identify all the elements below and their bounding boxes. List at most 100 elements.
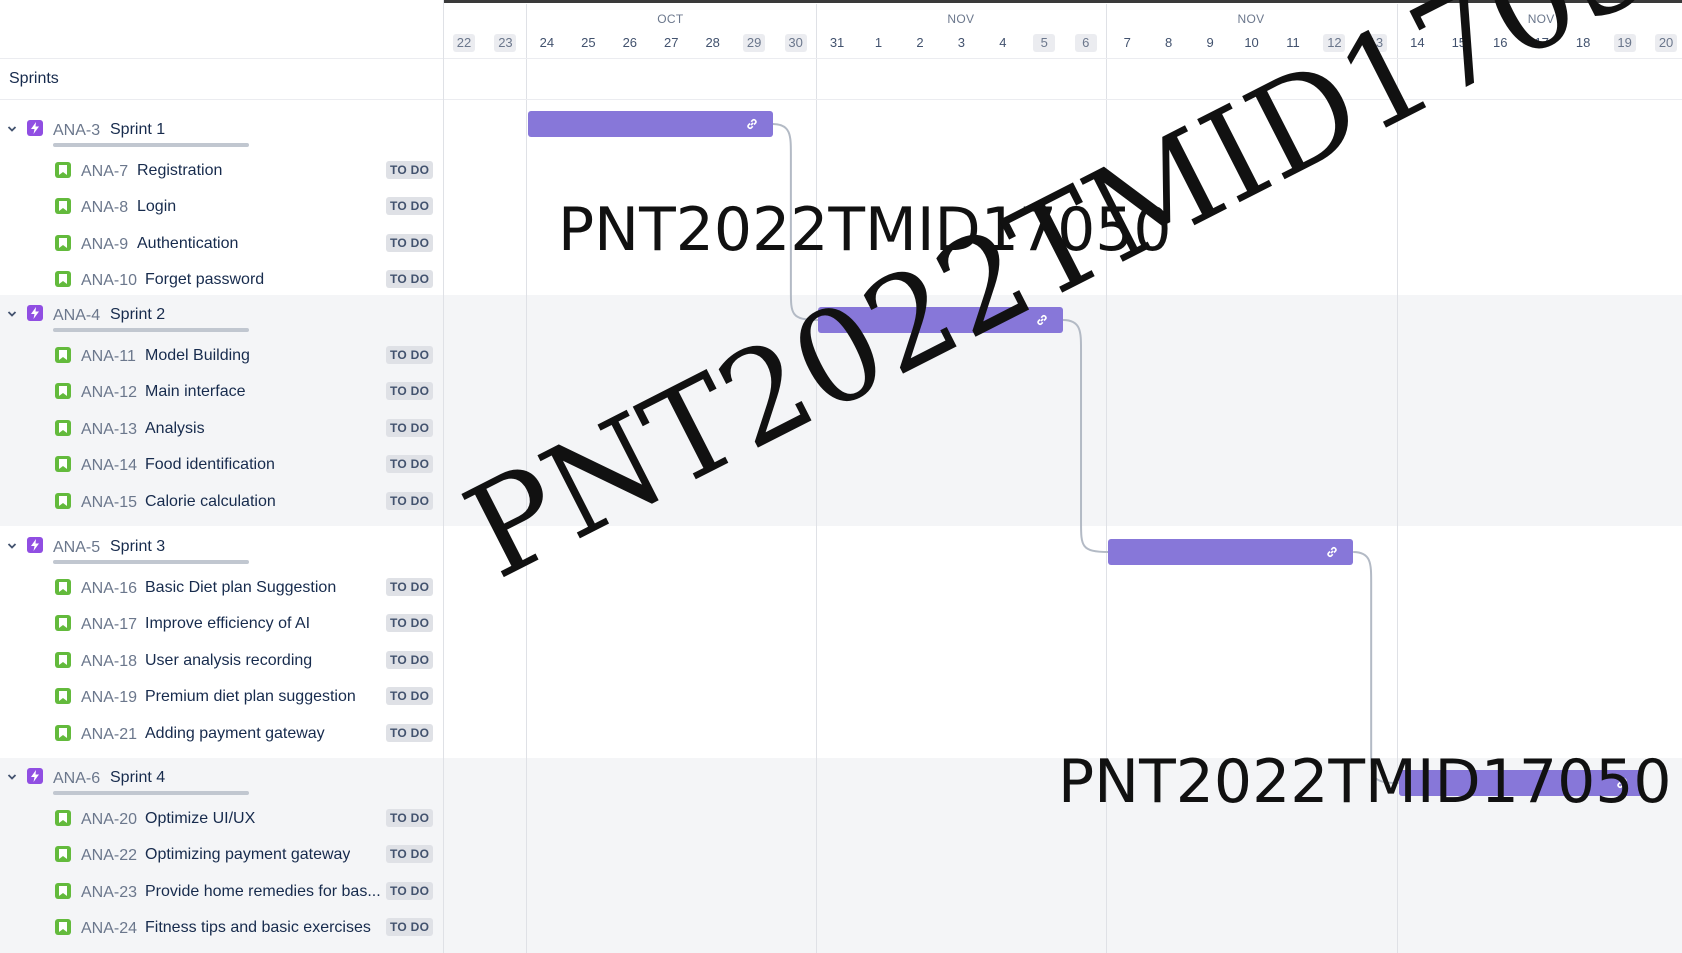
chevron-down-icon[interactable]	[7, 769, 17, 780]
issue-title[interactable]: Fitness tips and basic exercises	[145, 919, 371, 937]
status-lozenge[interactable]: TO DO	[386, 614, 434, 633]
day-label: 10	[1244, 35, 1259, 50]
issue-key[interactable]: ANA-8	[81, 199, 128, 217]
status-lozenge[interactable]: TO DO	[386, 578, 434, 596]
day-label: 23	[494, 34, 517, 52]
status-lozenge[interactable]: TO DO	[386, 161, 434, 179]
issue-title[interactable]: Optimize UI/UX	[145, 810, 255, 828]
sprint-title[interactable]: Sprint 4	[110, 769, 165, 787]
issue-row[interactable]: ANA-15 Calorie calculation TO DO	[0, 483, 443, 519]
link-icon[interactable]	[745, 117, 759, 136]
issue-key[interactable]: ANA-9	[81, 236, 128, 254]
issue-title[interactable]: Registration	[137, 162, 222, 180]
issue-title[interactable]: Authentication	[137, 235, 238, 253]
issue-key[interactable]: ANA-11	[81, 348, 136, 366]
issue-key[interactable]: ANA-24	[81, 920, 137, 938]
issue-key[interactable]: ANA-20	[81, 811, 137, 829]
sprint-title[interactable]: Sprint 1	[110, 121, 165, 139]
status-lozenge[interactable]: TO DO	[386, 845, 434, 864]
status-lozenge[interactable]: TO DO	[386, 650, 434, 669]
issue-title[interactable]: Calorie calculation	[145, 493, 276, 511]
issue-row[interactable]: ANA-19 Premium diet plan suggestion TO DO	[0, 678, 443, 714]
progress-bar	[53, 791, 249, 795]
issue-title[interactable]: Optimizing payment gateway	[145, 846, 350, 864]
issue-row[interactable]: ANA-10 Forget password TO DO	[0, 261, 443, 297]
issue-key[interactable]: ANA-14	[81, 457, 137, 475]
issue-title[interactable]: Login	[137, 198, 176, 216]
issue-row[interactable]: ANA-20 Optimize UI/UX TO DO	[0, 800, 443, 836]
sprint-group: ANA-6 Sprint 4 ANA-20 Optimize UI/UX TO DO AN…	[0, 758, 443, 953]
sprint-key[interactable]: ANA-5	[53, 539, 100, 557]
issue-row[interactable]: ANA-16 Basic Diet plan Suggestion TO DO	[0, 569, 443, 605]
sprint-title[interactable]: Sprint 2	[110, 306, 165, 324]
sprint-key[interactable]: ANA-6	[53, 770, 100, 788]
issue-row[interactable]: ANA-12 Main interface TO DO	[0, 373, 443, 409]
status-lozenge[interactable]: TO DO	[386, 270, 434, 289]
sprint-key[interactable]: ANA-4	[53, 307, 100, 325]
issue-key[interactable]: ANA-23	[81, 884, 137, 902]
status-lozenge[interactable]: TO DO	[386, 455, 434, 474]
issue-title[interactable]: User analysis recording	[145, 652, 312, 670]
issue-row[interactable]: ANA-18 User analysis recording TO DO	[0, 642, 443, 678]
sprint-key[interactable]: ANA-3	[53, 122, 100, 140]
issue-key[interactable]: ANA-22	[81, 847, 137, 865]
sprint-row[interactable]: ANA-4 Sprint 2	[0, 295, 443, 335]
issue-title[interactable]: Improve efficiency of AI	[145, 615, 310, 633]
issue-row[interactable]: ANA-24 Fitness tips and basic exercises TO…	[0, 909, 443, 945]
sprint-bar[interactable]	[1108, 539, 1354, 565]
sprint-title[interactable]: Sprint 3	[110, 538, 165, 556]
issue-key[interactable]: ANA-16	[81, 580, 137, 598]
issue-title[interactable]: Adding payment gateway	[145, 725, 325, 743]
issue-key[interactable]: ANA-13	[81, 421, 137, 439]
issue-key[interactable]: ANA-21	[81, 726, 137, 744]
issue-title[interactable]: Premium diet plan suggestion	[145, 688, 356, 706]
issue-title[interactable]: Provide home remedies for bas...	[145, 883, 380, 901]
chevron-down-icon[interactable]	[7, 538, 17, 549]
status-lozenge[interactable]: TO DO	[386, 346, 434, 364]
status-lozenge[interactable]: TO DO	[386, 197, 434, 216]
progress-bar	[53, 328, 249, 332]
issue-key[interactable]: ANA-12	[81, 384, 137, 402]
chevron-down-icon[interactable]	[7, 306, 17, 317]
issue-key[interactable]: ANA-7	[81, 163, 128, 181]
status-lozenge[interactable]: TO DO	[386, 687, 434, 706]
issue-row[interactable]: ANA-21 Adding payment gateway TO DO	[0, 715, 443, 751]
status-lozenge[interactable]: TO DO	[386, 382, 434, 401]
issue-row[interactable]: ANA-23 Provide home remedies for bas... TO…	[0, 873, 443, 909]
status-lozenge[interactable]: TO DO	[386, 491, 434, 510]
chevron-down-icon[interactable]	[7, 121, 17, 132]
issue-key[interactable]: ANA-15	[81, 494, 137, 512]
issue-row[interactable]: ANA-17 Improve efficiency of AI TO DO	[0, 605, 443, 641]
sprint-row[interactable]: ANA-6 Sprint 4	[0, 758, 443, 798]
status-lozenge[interactable]: TO DO	[386, 723, 434, 742]
issue-key[interactable]: ANA-17	[81, 616, 137, 634]
sprint-row[interactable]: ANA-3 Sprint 1	[0, 110, 443, 150]
status-lozenge[interactable]: TO DO	[386, 809, 434, 827]
day-label: 9	[1206, 35, 1214, 50]
issue-title[interactable]: Model Building	[145, 347, 250, 365]
status-lozenge[interactable]: TO DO	[386, 418, 434, 437]
issue-row[interactable]: ANA-11 Model Building TO DO	[0, 337, 443, 373]
story-icon	[55, 234, 71, 251]
issue-title[interactable]: Food identification	[145, 456, 275, 474]
issue-row[interactable]: ANA-13 Analysis TO DO	[0, 410, 443, 446]
issue-row[interactable]: ANA-8 Login TO DO	[0, 188, 443, 224]
issue-row[interactable]: ANA-22 Optimizing payment gateway TO DO	[0, 836, 443, 872]
issue-key[interactable]: ANA-10	[81, 272, 137, 290]
issue-row[interactable]: ANA-9 Authentication TO DO	[0, 225, 443, 261]
issue-key[interactable]: ANA-19	[81, 689, 137, 707]
status-lozenge[interactable]: TO DO	[386, 918, 434, 937]
issue-title[interactable]: Analysis	[145, 420, 205, 438]
issue-row[interactable]: ANA-7 Registration TO DO	[0, 152, 443, 188]
sprint-bar[interactable]	[528, 111, 773, 137]
sprint-row[interactable]: ANA-5 Sprint 3	[0, 527, 443, 567]
issue-row[interactable]: ANA-14 Food identification TO DO	[0, 446, 443, 482]
issue-title[interactable]: Main interface	[145, 383, 246, 401]
status-lozenge[interactable]: TO DO	[386, 881, 434, 900]
status-lozenge[interactable]: TO DO	[386, 233, 434, 252]
issue-title[interactable]: Basic Diet plan Suggestion	[145, 579, 336, 597]
story-icon	[55, 846, 71, 863]
issue-key[interactable]: ANA-18	[81, 653, 137, 671]
issue-title[interactable]: Forget password	[145, 271, 264, 289]
link-icon[interactable]	[1325, 545, 1339, 564]
